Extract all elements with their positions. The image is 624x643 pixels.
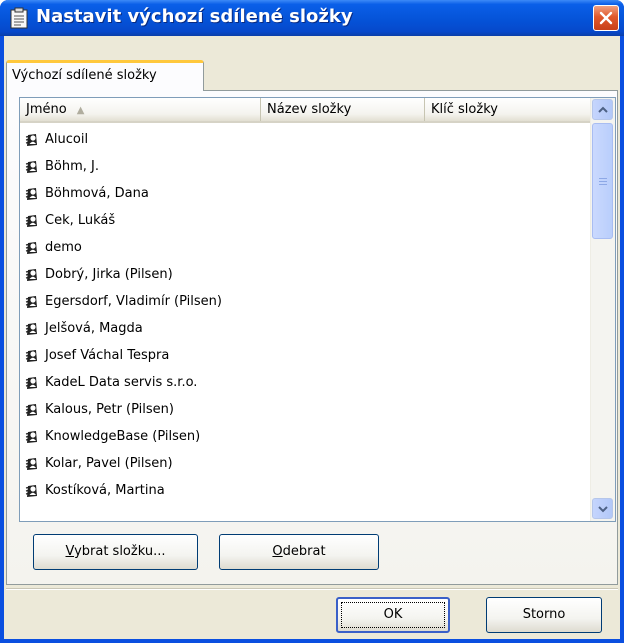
list-item-label: Böhmová, Dana bbox=[45, 186, 149, 201]
contact-card-icon bbox=[25, 376, 37, 389]
contact-card-icon bbox=[25, 241, 37, 254]
contact-card-icon bbox=[25, 160, 37, 173]
sort-ascending-icon: ▲ bbox=[76, 105, 85, 116]
list-item-label: Böhm, J. bbox=[45, 159, 100, 174]
list-item[interactable]: Josef Váchal Tespra bbox=[20, 342, 591, 369]
list-item[interactable]: Kalous, Petr (Pilsen) bbox=[20, 396, 591, 423]
contact-card-icon bbox=[25, 295, 37, 308]
column-header-folder-name[interactable]: Název složky bbox=[261, 98, 425, 121]
ok-button[interactable]: OK bbox=[336, 597, 450, 633]
list-item-label: demo bbox=[45, 240, 82, 255]
select-folder-button[interactable]: Vybrat složku... bbox=[33, 534, 198, 570]
list-item[interactable]: Dobrý, Jirka (Pilsen) bbox=[20, 261, 591, 288]
list-item[interactable]: KnowledgeBase (Pilsen) bbox=[20, 423, 591, 450]
contact-card-icon bbox=[25, 349, 37, 362]
list-rows: Alucoil Böhm, J. Böhmová, Dana Cek, Luká… bbox=[20, 126, 591, 504]
cancel-button[interactable]: Storno bbox=[486, 597, 602, 633]
chevron-up-icon bbox=[598, 106, 608, 113]
close-icon bbox=[599, 11, 613, 25]
contact-card-icon bbox=[25, 403, 37, 416]
contact-card-icon bbox=[25, 268, 37, 281]
footer-divider bbox=[6, 588, 618, 590]
list-item-label: Jelšová, Magda bbox=[45, 321, 143, 336]
contact-card-icon bbox=[25, 457, 37, 470]
list-item[interactable]: Böhm, J. bbox=[20, 153, 591, 180]
list-item[interactable]: Jelšová, Magda bbox=[20, 315, 591, 342]
list-item[interactable]: KadeL Data servis s.r.o. bbox=[20, 369, 591, 396]
list-item-label: Josef Váchal Tespra bbox=[45, 348, 170, 363]
list-item-label: Cek, Lukáš bbox=[45, 213, 116, 228]
list-item[interactable]: Cek, Lukáš bbox=[20, 207, 591, 234]
remove-button[interactable]: Odebrat bbox=[219, 534, 379, 570]
scroll-down-button[interactable] bbox=[592, 498, 613, 519]
title-bar[interactable]: Nastavit výchozí sdílené složky bbox=[0, 0, 624, 36]
list-item-label: Kolar, Pavel (Pilsen) bbox=[45, 456, 173, 471]
column-header-folder-key[interactable]: Klíč složky bbox=[425, 98, 591, 121]
list-item-label: KnowledgeBase (Pilsen) bbox=[45, 429, 201, 444]
list-item-label: Dobrý, Jirka (Pilsen) bbox=[45, 267, 173, 282]
scroll-thumb[interactable] bbox=[592, 123, 613, 239]
contact-card-icon bbox=[25, 484, 37, 497]
list-item-label: Kalous, Petr (Pilsen) bbox=[45, 402, 174, 417]
window-title: Nastavit výchozí sdílené složky bbox=[36, 6, 353, 27]
tab-default-shared-folders[interactable]: Výchozí sdílené složky bbox=[6, 60, 204, 91]
contact-card-icon bbox=[25, 430, 37, 443]
list-item[interactable]: Alucoil bbox=[20, 126, 591, 153]
list-item[interactable]: Kolar, Pavel (Pilsen) bbox=[20, 450, 591, 477]
contact-card-icon bbox=[25, 322, 37, 335]
contact-card-icon bbox=[25, 133, 37, 146]
contact-card-icon bbox=[25, 214, 37, 227]
list-header: Jméno ▲ Název složky Klíč složky bbox=[20, 98, 591, 123]
list-item[interactable]: demo bbox=[20, 234, 591, 261]
clipboard-icon bbox=[10, 7, 28, 29]
list-item[interactable]: Kostíková, Martina bbox=[20, 477, 591, 504]
shared-folders-list[interactable]: Jméno ▲ Název složky Klíč složky Alucoil … bbox=[19, 97, 616, 522]
chevron-down-icon bbox=[598, 506, 608, 513]
list-item-label: Egersdorf, Vladimír (Pilsen) bbox=[45, 294, 222, 309]
scroll-up-button[interactable] bbox=[592, 99, 613, 120]
list-item[interactable]: Egersdorf, Vladimír (Pilsen) bbox=[20, 288, 591, 315]
list-item-label: Alucoil bbox=[45, 132, 89, 147]
contact-card-icon bbox=[25, 187, 37, 200]
list-item-label: KadeL Data servis s.r.o. bbox=[45, 375, 198, 390]
vertical-scrollbar[interactable] bbox=[590, 98, 615, 521]
list-item[interactable]: Böhmová, Dana bbox=[20, 180, 591, 207]
close-button[interactable] bbox=[593, 5, 619, 31]
list-item-label: Kostíková, Martina bbox=[45, 483, 165, 498]
column-header-name[interactable]: Jméno ▲ bbox=[20, 98, 261, 121]
